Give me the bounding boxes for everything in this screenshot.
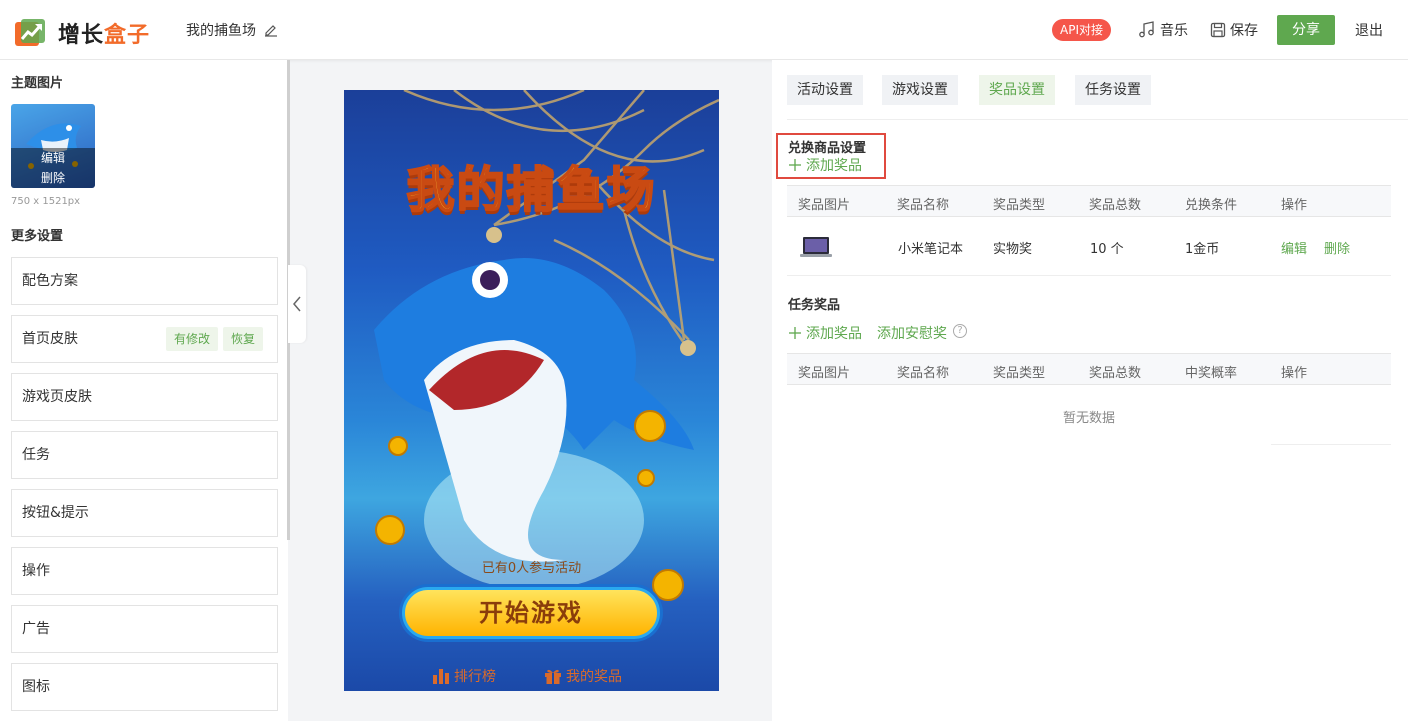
task-table-header: 奖品图片 奖品名称 奖品类型 奖品总数 中奖概率 操作 — [787, 353, 1391, 385]
music-button[interactable]: 音乐 — [1138, 20, 1188, 40]
project-title: 我的捕鱼场 — [186, 20, 278, 40]
column-header: 奖品图片 — [798, 198, 851, 213]
preview-title: 我的捕鱼场 — [405, 161, 657, 219]
highlight-box — [776, 133, 886, 179]
prize-total: 10 个 — [1090, 242, 1124, 257]
menu-label: 操作 — [22, 563, 50, 579]
theme-image-title: 主题图片 — [11, 76, 64, 91]
gift-icon — [545, 669, 561, 684]
prize-type: 实物奖 — [993, 242, 1033, 257]
menu-operations[interactable]: 操作 — [11, 547, 278, 595]
empty-state-text: 暂无数据 — [1062, 411, 1115, 426]
chevron-left-icon — [293, 296, 301, 312]
menu-game-skin[interactable]: 游戏页皮肤 — [11, 373, 278, 421]
music-note-icon — [1139, 21, 1154, 38]
add-task-prize-button[interactable]: 添加奖品 — [788, 323, 862, 343]
column-header: 奖品名称 — [897, 366, 950, 381]
menu-label: 首页皮肤 — [22, 331, 78, 347]
participants-count: 已有0人参与活动 — [481, 561, 582, 576]
save-button[interactable]: 保存 — [1210, 20, 1258, 40]
image-size-note: 750 x 1521px — [11, 196, 81, 207]
menu-label: 广告 — [22, 621, 50, 637]
activity-preview: 我的捕鱼场 已有0人参与活动 开始游戏 排行榜 我的奖品 — [344, 90, 719, 691]
my-prizes-label: 我的奖品 — [566, 669, 622, 685]
column-header: 奖品类型 — [993, 198, 1046, 213]
save-label: 保存 — [1230, 23, 1258, 39]
edit-prize-button[interactable]: 编辑 — [1281, 238, 1307, 257]
edit-image-button[interactable]: 编辑 — [11, 148, 95, 168]
tab-task-settings[interactable]: 任务设置 — [1075, 75, 1151, 105]
laptop-prize-image — [800, 237, 832, 257]
menu-color-scheme[interactable]: 配色方案 — [11, 257, 278, 305]
api-integration-badge[interactable]: API对接 — [1052, 19, 1111, 41]
ranking-bar-icon — [433, 669, 449, 684]
help-question-icon[interactable]: ? — [953, 324, 967, 338]
column-header: 操作 — [1281, 366, 1308, 381]
logo[interactable]: 增长盒子 — [14, 17, 150, 49]
more-settings-title: 更多设置 — [11, 229, 64, 244]
modified-tag: 有修改 — [166, 327, 219, 351]
collapse-panel-button[interactable] — [288, 265, 306, 343]
menu-ads[interactable]: 广告 — [11, 605, 278, 653]
column-header: 奖品图片 — [798, 366, 851, 381]
my-prizes-button[interactable]: 我的奖品 — [544, 666, 622, 686]
menu-label: 游戏页皮肤 — [22, 389, 92, 405]
share-button[interactable]: 分享 — [1277, 15, 1335, 45]
column-header: 奖品名称 — [897, 198, 950, 213]
plus-icon — [789, 327, 801, 339]
tab-prize-settings[interactable]: 奖品设置 — [979, 75, 1055, 105]
row-divider — [787, 275, 1391, 276]
tab-game-settings[interactable]: 游戏设置 — [882, 75, 958, 105]
growth-logo-icon — [15, 19, 45, 46]
save-disk-icon — [1210, 22, 1226, 38]
menu-buttons-tips[interactable]: 按钮&提示 — [11, 489, 278, 537]
top-header: 增长盒子 我的捕鱼场 API对接 音乐 保存 分享 退出 — [0, 0, 1408, 60]
menu-tasks[interactable]: 任务 — [11, 431, 278, 479]
edit-pencil-icon[interactable] — [264, 23, 278, 37]
column-header: 奖品总数 — [1089, 198, 1142, 213]
column-header: 操作 — [1281, 198, 1308, 213]
menu-label: 按钮&提示 — [22, 505, 89, 521]
add-consolation-prize-button[interactable]: 添加安慰奖 — [877, 323, 947, 343]
tabs-divider — [787, 119, 1408, 120]
menu-label: 图标 — [22, 679, 50, 695]
ranking-button[interactable]: 排行榜 — [432, 666, 496, 686]
tab-activity-settings[interactable]: 活动设置 — [787, 75, 863, 105]
menu-icons[interactable]: 图标 — [11, 663, 278, 711]
column-header: 奖品总数 — [1089, 366, 1142, 381]
row-divider — [1271, 444, 1391, 445]
menu-home-skin[interactable]: 首页皮肤 有修改 恢复 — [11, 315, 278, 363]
logo-text-main: 增长 — [58, 23, 105, 48]
ranking-label: 排行榜 — [454, 669, 496, 685]
theme-image-thumbnail[interactable]: 编辑 删除 — [11, 104, 95, 188]
menu-label: 任务 — [22, 447, 50, 463]
exchange-table-header: 奖品图片 奖品名称 奖品类型 奖品总数 兑换条件 操作 — [787, 185, 1391, 217]
column-header: 奖品类型 — [993, 366, 1046, 381]
column-header: 中奖概率 — [1185, 366, 1238, 381]
exchange-condition: 1金币 — [1185, 242, 1220, 257]
menu-label: 配色方案 — [22, 273, 78, 289]
exit-button[interactable]: 退出 — [1355, 20, 1383, 40]
delete-prize-button[interactable]: 删除 — [1324, 238, 1350, 257]
task-prizes-title: 任务奖品 — [788, 298, 841, 313]
music-label: 音乐 — [1160, 23, 1188, 39]
thumbnail-overlay: 编辑 删除 — [11, 148, 95, 188]
project-title-text: 我的捕鱼场 — [186, 23, 256, 39]
prize-name: 小米笔记本 — [898, 242, 964, 257]
restore-button[interactable]: 恢复 — [223, 327, 264, 351]
logo-text-accent: 盒子 — [104, 23, 151, 48]
start-game-button[interactable]: 开始游戏 — [402, 587, 660, 639]
delete-image-button[interactable]: 删除 — [11, 168, 95, 188]
left-settings-panel: 主题图片 编辑 删除 750 x 1521px 更多设置 配色方案 首页皮肤 有… — [0, 60, 290, 721]
column-header: 兑换条件 — [1185, 198, 1238, 213]
add-prize-label: 添加奖品 — [806, 326, 862, 342]
